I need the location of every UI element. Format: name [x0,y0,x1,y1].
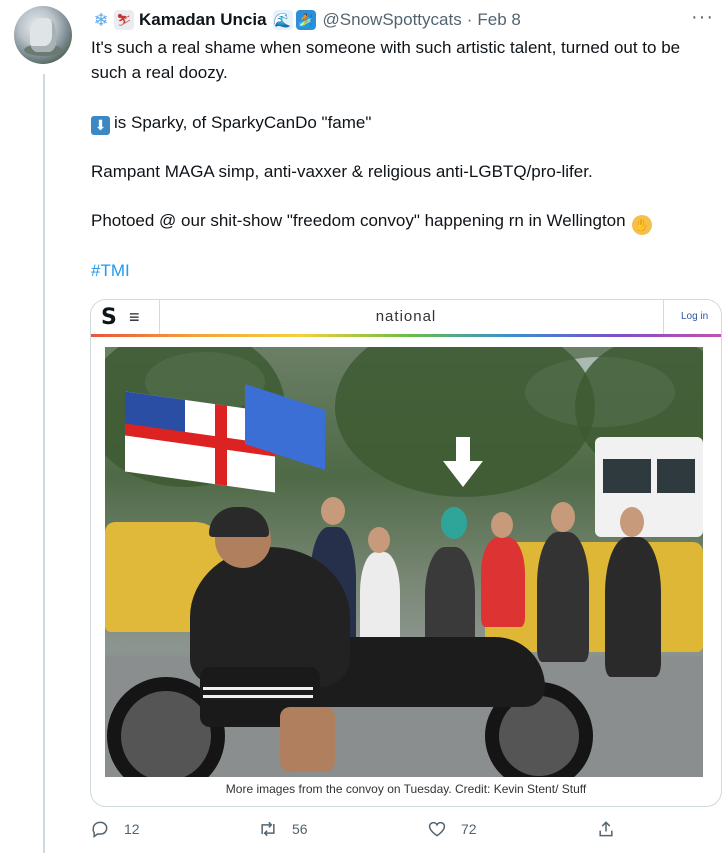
wave-icon: 🌊 [272,10,293,30]
person-head [441,507,467,539]
helmet [209,507,269,537]
login-link: Log in [681,311,709,322]
person [481,537,525,627]
shorts-stripe [203,687,313,690]
person [605,537,661,677]
facepalm-icon: ✋ [631,215,652,235]
share-icon [599,821,613,837]
person-head [620,507,644,537]
heart-icon [428,821,446,837]
like-count: 72 [461,821,477,837]
van [595,437,703,537]
rider [190,547,350,687]
retweet-icon [261,821,275,837]
hashtag-link[interactable]: #TMI [91,259,130,284]
tweet-actions: 12 56 72 [90,819,630,845]
media-attachment[interactable]: S ≡ national Log in More images from the… [90,299,722,807]
reply-count: 12 [124,821,140,837]
down-arrow-marker-head [443,461,483,487]
person-head [368,527,390,553]
flag-cross [215,404,227,486]
tweet-header: ❄ ⛷ Kamadan Uncia 🌊 🏄 @SnowSpottycats · … [91,9,521,31]
down-arrow-icon: ⬇ [91,116,110,135]
share-button[interactable] [596,819,630,839]
tweet-date[interactable]: Feb 8 [477,10,520,30]
avatar-statue [30,18,56,52]
van-window [657,459,695,493]
handle[interactable]: @SnowSpottycats [323,10,462,30]
skier-icon: ⛷ [114,10,134,30]
rider-leg [280,707,335,772]
down-arrow-marker [456,437,470,463]
surfer-icon: 🏄 [295,10,316,30]
retweet-button[interactable]: 56 [258,819,308,839]
like-button[interactable]: 72 [427,819,477,839]
person-head [551,502,575,532]
snowflake-icon: ❄ [93,10,109,30]
tweet-paragraph-4: Photoed @ our shit-show "freedom convoy"… [91,209,652,235]
separator-dot: · [466,10,473,29]
site-header: S ≡ national Log in [91,300,721,336]
divider [663,300,664,334]
shorts-stripe [203,695,313,698]
convoy-photo [105,347,703,777]
display-name[interactable]: Kamadan Uncia [139,10,267,30]
photo-caption: More images from the convoy on Tuesday. … [225,782,587,796]
tweet-paragraph-1: It's such a real shame when someone with… [91,38,681,82]
tweet-paragraph-3: Rampant MAGA simp, anti-vaxxer & religio… [91,162,593,181]
tweet-paragraph-2-text: is Sparky, of SparkyCanDo "fame" [114,113,372,132]
person-head [321,497,345,525]
person-head [491,512,513,538]
avatar[interactable] [14,6,72,64]
more-options-icon[interactable]: ··· [691,6,714,29]
tweet-paragraph-4-text: Photoed @ our shit-show "freedom convoy"… [91,211,626,230]
person [537,532,589,662]
reply-icon [92,821,108,838]
site-section-name: national [375,308,437,325]
rainbow-stripe [91,334,721,337]
tweet-paragraph-2: ⬇ is Sparky, of SparkyCanDo "fame" [91,111,371,136]
van-window [603,459,651,493]
retweet-count: 56 [292,821,308,837]
thread-line [43,74,45,853]
reply-button[interactable]: 12 [90,819,140,839]
